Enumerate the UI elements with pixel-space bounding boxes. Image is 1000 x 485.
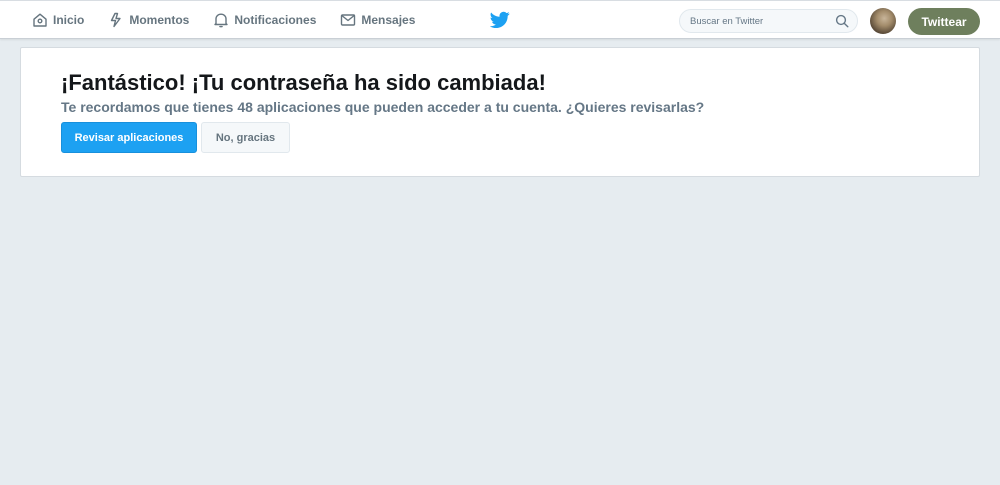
- nav-item-momentos[interactable]: Momentos: [108, 1, 189, 39]
- nav-label-inicio: Inicio: [53, 13, 85, 27]
- nav-label-notificaciones: Notificaciones: [234, 13, 317, 27]
- password-changed-notice: ¡Fantástico! ¡Tu contraseña ha sido camb…: [20, 47, 980, 177]
- no-thanks-button[interactable]: No, gracias: [201, 122, 290, 153]
- search-input[interactable]: [680, 15, 828, 27]
- main-nav: Inicio Momentos Notificaciones Mensajes: [32, 1, 439, 39]
- notice-subtitle: Te recordamos que tienes 48 aplicaciones…: [61, 99, 705, 115]
- nav-item-mensajes[interactable]: Mensajes: [340, 1, 415, 39]
- bell-icon: [213, 12, 229, 28]
- twitter-bird-icon[interactable]: [489, 11, 510, 29]
- tweet-button[interactable]: Twittear: [908, 8, 980, 35]
- nav-item-notificaciones[interactable]: Notificaciones: [213, 1, 316, 39]
- nav-item-inicio[interactable]: Inicio: [32, 1, 84, 39]
- notice-title: ¡Fantástico! ¡Tu contraseña ha sido camb…: [61, 70, 546, 95]
- top-navigation-bar: Inicio Momentos Notificaciones Mensajes …: [0, 0, 1000, 39]
- lightning-icon: [108, 12, 124, 28]
- search-icon[interactable]: [835, 14, 849, 28]
- search-box: [679, 9, 858, 33]
- nav-label-momentos: Momentos: [129, 13, 190, 27]
- review-apps-button[interactable]: Revisar aplicaciones: [61, 122, 197, 153]
- nav-label-mensajes: Mensajes: [361, 13, 416, 27]
- home-icon: [32, 12, 48, 28]
- avatar[interactable]: [870, 8, 896, 34]
- envelope-icon: [340, 12, 356, 28]
